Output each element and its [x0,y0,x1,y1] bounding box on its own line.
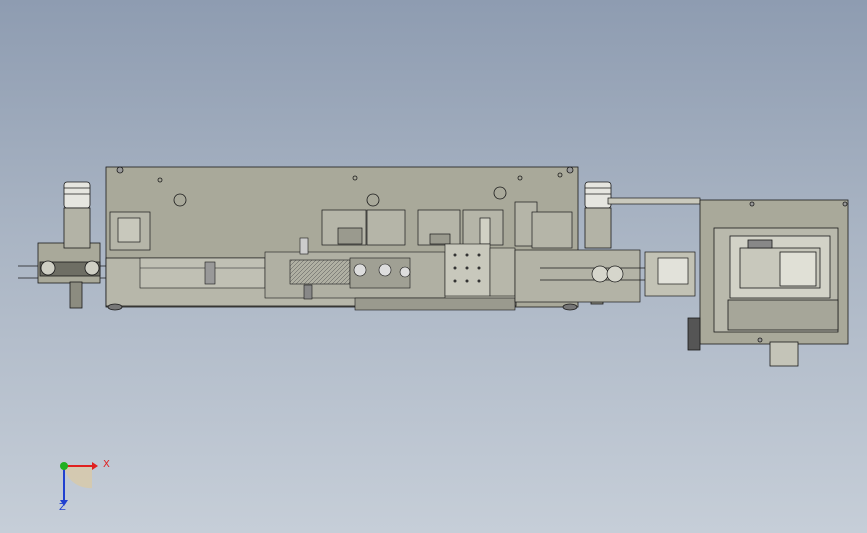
machine-assembly-model[interactable] [0,0,867,533]
y-axis-dot [60,462,68,470]
right-station [687,199,849,367]
left-motor [63,181,91,309]
z-axis-label: Z [59,502,66,513]
graphics-viewport[interactable]: X Z [0,0,867,533]
left-conveyor [18,242,110,284]
x-axis-label: X [103,459,110,470]
